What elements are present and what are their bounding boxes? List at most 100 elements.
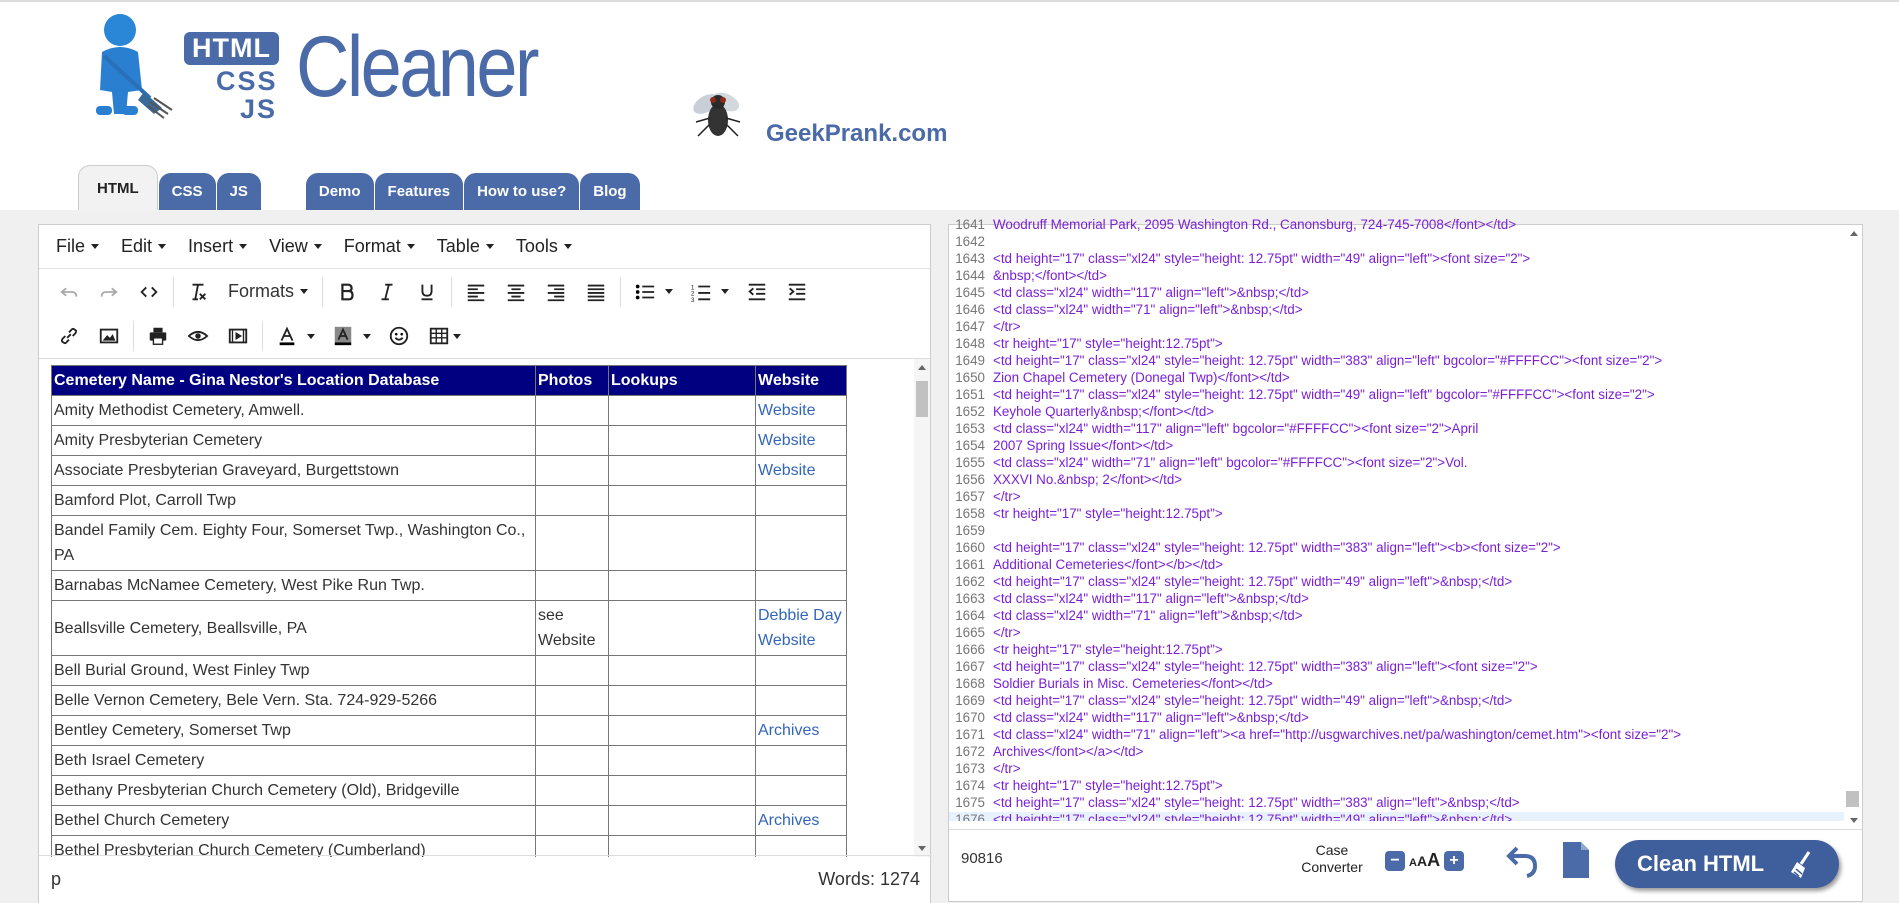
- bullet-list-icon[interactable]: [625, 275, 665, 309]
- code-line: 1660 <td height="17" class="xl24" style="…: [949, 540, 1844, 557]
- redo-icon[interactable]: [89, 275, 129, 309]
- cell-lookups: [608, 515, 756, 571]
- preview-icon[interactable]: [178, 319, 218, 353]
- scrollbar-thumb[interactable]: [916, 381, 928, 417]
- html-cleaner-logo[interactable]: HTML CSS JS Cleaner: [88, 10, 540, 128]
- menu-insert[interactable]: Insert: [177, 236, 258, 257]
- scrollbar-thumb[interactable]: [1846, 791, 1859, 807]
- menu-format[interactable]: Format: [333, 236, 426, 257]
- cell-website: [755, 775, 847, 806]
- chevron-down-icon[interactable]: [453, 333, 461, 339]
- chevron-down-icon[interactable]: [721, 289, 730, 294]
- cell-lookups: [608, 600, 756, 656]
- media-icon[interactable]: [218, 319, 258, 353]
- chevron-down-icon[interactable]: [363, 333, 371, 339]
- line-text: <td height="17" class="xl24" style="heig…: [993, 693, 1513, 708]
- numbered-list-icon[interactable]: 123: [681, 275, 721, 309]
- clear-formatting-icon[interactable]: [178, 275, 218, 309]
- clean-html-button[interactable]: Clean HTML: [1615, 840, 1839, 888]
- tab-blog[interactable]: Blog: [580, 173, 640, 210]
- text-color-icon[interactable]: [267, 319, 307, 353]
- code-line: 1657 </tr>: [949, 489, 1844, 506]
- print-icon[interactable]: [138, 319, 178, 353]
- undo-icon[interactable]: [49, 275, 89, 309]
- align-justify-icon[interactable]: [576, 275, 616, 309]
- code-line: 1672 Archives</font></a></td>: [949, 744, 1844, 761]
- tab-features[interactable]: Features: [374, 173, 464, 210]
- code-line: 1669 <td height="17" class="xl24" style="…: [949, 693, 1844, 710]
- table-row: Bethel Church Cemetery Archives: [51, 805, 847, 836]
- formats-dropdown[interactable]: Formats: [218, 281, 318, 302]
- background-color-icon[interactable]: [323, 319, 363, 353]
- undo-icon[interactable]: [1505, 840, 1541, 880]
- website-link[interactable]: Website: [758, 462, 816, 479]
- code-line: 1665 </tr>: [949, 625, 1844, 642]
- align-center-icon[interactable]: [496, 275, 536, 309]
- cell-website: [755, 515, 847, 571]
- menu-insert-label: Insert: [188, 236, 234, 256]
- website-link[interactable]: Website: [758, 432, 816, 449]
- outdent-icon[interactable]: [737, 275, 777, 309]
- align-left-icon[interactable]: [456, 275, 496, 309]
- code-line: 1667 <td height="17" class="xl24" style="…: [949, 659, 1844, 676]
- line-number: 1651: [955, 387, 985, 402]
- emoticons-icon[interactable]: [379, 319, 419, 353]
- cell-lookups: [608, 425, 756, 456]
- align-right-icon[interactable]: [536, 275, 576, 309]
- cell-lookups: [608, 570, 756, 601]
- cell-lookups: [608, 715, 756, 746]
- tab-how-to-use[interactable]: How to use?: [464, 173, 580, 210]
- column-header-name: Cemetery Name - Gina Nestor's Location D…: [51, 365, 536, 396]
- tab-bar: HTML CSS JS Demo Features How to use? Bl…: [78, 165, 641, 210]
- scroll-down-icon[interactable]: [918, 846, 926, 851]
- menu-tools[interactable]: Tools: [505, 236, 583, 257]
- scroll-up-icon[interactable]: [918, 365, 926, 370]
- table-row: Beth Israel Cemetery: [51, 745, 847, 776]
- scroll-down-icon[interactable]: [1850, 818, 1858, 823]
- tab-css[interactable]: CSS: [158, 173, 216, 210]
- scroll-up-icon[interactable]: [1850, 231, 1858, 236]
- chevron-down-icon: [563, 244, 572, 249]
- editor-content-area[interactable]: Cemetery Name - Gina Nestor's Location D…: [39, 359, 932, 857]
- tab-html[interactable]: HTML: [78, 165, 158, 210]
- fly-icon: [693, 92, 741, 137]
- menu-table[interactable]: Table: [426, 236, 505, 257]
- menu-file[interactable]: File: [45, 236, 110, 257]
- increase-font-button[interactable]: +: [1444, 850, 1465, 871]
- italic-icon[interactable]: [367, 275, 407, 309]
- cell-lookups: [608, 805, 756, 836]
- source-code-icon[interactable]: [129, 275, 169, 309]
- website-link[interactable]: Website: [758, 402, 816, 419]
- website-link[interactable]: Debbie Day Website: [758, 607, 842, 649]
- editor-scrollbar[interactable]: [914, 359, 930, 857]
- tab-demo[interactable]: Demo: [305, 173, 374, 210]
- cell-website: Website: [755, 455, 847, 486]
- chevron-down-icon[interactable]: [665, 289, 674, 294]
- menu-table-label: Table: [436, 236, 480, 256]
- indent-icon[interactable]: [777, 275, 817, 309]
- link-icon[interactable]: [49, 319, 89, 353]
- line-number: 1648: [955, 336, 985, 351]
- element-path[interactable]: p: [51, 869, 61, 890]
- geekprank-link[interactable]: GeekPrank.com: [688, 84, 978, 150]
- decrease-font-button[interactable]: −: [1385, 850, 1405, 871]
- chevron-down-icon[interactable]: [307, 333, 315, 339]
- code-text-area[interactable]: 1641 Woodruff Memorial Park, 2095 Washing…: [949, 217, 1844, 821]
- website-link[interactable]: Archives: [758, 812, 819, 829]
- document-icon[interactable]: [1561, 840, 1591, 880]
- code-line: 1659: [949, 523, 1844, 540]
- cell-website: [755, 745, 847, 776]
- code-line: 1671 <td class="xl24" width="71" align="l…: [949, 727, 1844, 744]
- chevron-down-icon: [158, 244, 167, 249]
- bold-icon[interactable]: [327, 275, 367, 309]
- menu-edit[interactable]: Edit: [110, 236, 177, 257]
- broom-icon: [1791, 851, 1811, 878]
- menu-view[interactable]: View: [258, 236, 333, 257]
- website-link[interactable]: Archives: [758, 722, 819, 739]
- tab-js[interactable]: JS: [216, 173, 261, 210]
- underline-icon[interactable]: [407, 275, 447, 309]
- code-scrollbar[interactable]: [1844, 225, 1862, 829]
- line-text: <td height="17" class="xl24" style="heig…: [993, 540, 1561, 555]
- table-header-row: Cemetery Name - Gina Nestor's Location D…: [51, 365, 847, 396]
- image-icon[interactable]: [89, 319, 129, 353]
